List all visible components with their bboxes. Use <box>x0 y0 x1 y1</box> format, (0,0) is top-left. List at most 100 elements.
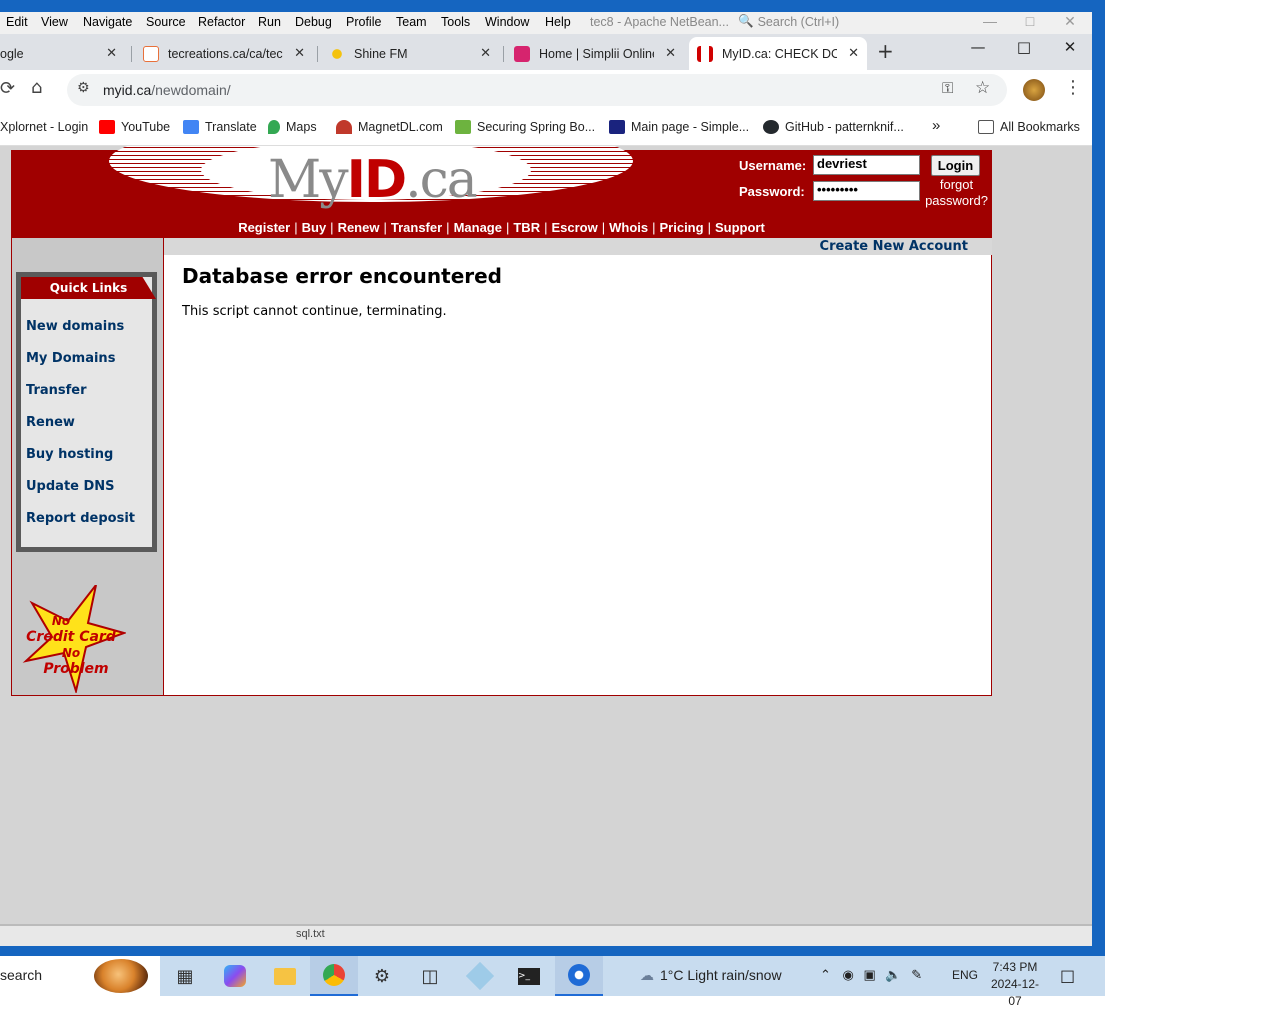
pen-icon[interactable]: ✎ <box>911 967 922 982</box>
no-credit-card-promo[interactable]: No Credit Card No Problem <box>16 584 128 695</box>
nb-menu-debug[interactable]: Debug <box>295 15 332 29</box>
chevron-up-icon[interactable]: ⌃ <box>820 967 831 982</box>
chrome-taskbar-icon[interactable] <box>310 956 358 996</box>
bookmark-github[interactable]: GitHub - patternknif... <box>763 120 904 134</box>
nav-manage[interactable]: Manage <box>454 220 502 235</box>
quick-link-new-domains[interactable]: New domains <box>26 319 124 334</box>
nav-tbr[interactable]: TBR <box>513 220 540 235</box>
weather-widget[interactable]: ☁ 1°C Light rain/snow <box>640 967 782 984</box>
nav-escrow[interactable]: Escrow <box>551 220 597 235</box>
close-icon[interactable]: ✕ <box>106 45 117 61</box>
bookmark-youtube[interactable]: YouTube <box>99 120 170 134</box>
tab-myid-active[interactable]: MyID.ca: CHECK DOM ✕ <box>689 37 867 70</box>
nb-search-box[interactable]: 🔍 Search (Ctrl+I) <box>738 14 839 29</box>
minimize-icon[interactable]: — <box>970 13 1010 29</box>
language-indicator[interactable]: ENG <box>952 968 978 982</box>
bookmark-magnetdl[interactable]: MagnetDL.com <box>336 120 443 134</box>
nb-menu-run[interactable]: Run <box>258 15 281 29</box>
nb-menu-navigate[interactable]: Navigate <box>83 15 132 29</box>
nav-renew[interactable]: Renew <box>338 220 380 235</box>
nav-pricing[interactable]: Pricing <box>660 220 704 235</box>
nb-menu-refactor[interactable]: Refactor <box>198 15 245 29</box>
bookmark-xplornet[interactable]: Xplornet - Login <box>0 120 88 134</box>
nb-menu-profile[interactable]: Profile <box>346 15 381 29</box>
tab-tecreations[interactable]: tecreations.ca/ca/tecr ✕ <box>135 37 313 70</box>
nb-menu-tools[interactable]: Tools <box>441 15 470 29</box>
file-explorer-icon[interactable] <box>261 956 309 996</box>
logo-suffix: .ca <box>405 150 478 210</box>
taskbar-search-box[interactable]: search <box>0 956 160 996</box>
close-icon[interactable]: ✕ <box>1047 38 1093 56</box>
network-tool-icon[interactable]: ⚙ <box>358 956 406 996</box>
volume-icon[interactable]: 🔈 <box>885 967 901 982</box>
forgot-password-link[interactable]: forgot password? <box>919 177 994 209</box>
tab-google[interactable]: ogle ✕ <box>0 37 125 70</box>
reload-icon[interactable]: ⟳ <box>0 78 15 99</box>
close-icon[interactable]: ✕ <box>480 45 491 61</box>
nb-menu-view[interactable]: View <box>41 15 68 29</box>
nb-menu-source[interactable]: Source <box>146 15 186 29</box>
page-frame: Quick Links New domains My Domains Trans… <box>11 237 992 696</box>
nb-menu-team[interactable]: Team <box>396 15 427 29</box>
url-host: myid.ca <box>103 82 152 98</box>
quick-link-my-domains[interactable]: My Domains <box>26 351 115 366</box>
bookmark-simple-wiki[interactable]: Main page - Simple... <box>609 120 749 134</box>
close-icon[interactable]: ✕ <box>848 45 859 61</box>
network-icon[interactable]: ▣ <box>864 967 876 982</box>
terminal-icon[interactable]: >_ <box>505 956 553 996</box>
minimize-icon[interactable]: — <box>955 38 1001 56</box>
quick-link-transfer[interactable]: Transfer <box>26 383 87 398</box>
quick-link-renew[interactable]: Renew <box>26 415 75 430</box>
thunderbird-icon[interactable] <box>555 956 603 996</box>
netbeans-statusbar: sql.txt <box>0 926 1092 946</box>
url-text[interactable]: myid.ca/newdomain/ <box>103 82 231 98</box>
all-bookmarks-button[interactable]: All Bookmarks <box>978 120 1080 134</box>
maximize-icon[interactable]: □ <box>1001 38 1047 56</box>
bookmark-maps[interactable]: Maps <box>268 120 317 134</box>
nb-menu-edit[interactable]: Edit <box>6 15 28 29</box>
quick-link-buy-hosting[interactable]: Buy hosting <box>26 447 113 462</box>
menu-kebab-icon[interactable]: ⋮ <box>1064 77 1082 98</box>
nav-support[interactable]: Support <box>715 220 765 235</box>
profile-avatar[interactable] <box>1023 79 1045 101</box>
login-button[interactable]: Login <box>931 155 980 176</box>
task-view-icon[interactable]: ▦ <box>161 956 209 996</box>
close-icon[interactable]: ✕ <box>1050 13 1090 30</box>
clock[interactable]: 7:43 PM 2024-12-07 <box>985 959 1045 1010</box>
camera-icon[interactable]: ◉ <box>843 967 854 982</box>
address-bar[interactable]: ⚙ myid.ca/newdomain/ ⚿ ☆ <box>67 74 1007 106</box>
nav-register[interactable]: Register <box>238 220 290 235</box>
bookmark-translate[interactable]: Translate <box>183 120 257 134</box>
quick-link-report-deposit[interactable]: Report deposit <box>26 511 135 526</box>
quick-link-update-dns[interactable]: Update DNS <box>26 479 115 494</box>
search-highlight-image <box>94 959 148 993</box>
nav-transfer[interactable]: Transfer <box>391 220 442 235</box>
star-icon[interactable]: ☆ <box>975 78 990 98</box>
nav-whois[interactable]: Whois <box>609 220 648 235</box>
myid-logo[interactable]: MyID.ca <box>268 150 478 210</box>
copilot-icon[interactable] <box>211 956 259 996</box>
system-tray: ⌃ ◉ ▣ 🔈 ✎ <box>820 967 922 983</box>
bookmark-spring[interactable]: Securing Spring Bo... <box>455 120 595 134</box>
close-icon[interactable]: ✕ <box>294 45 305 61</box>
network-connections-icon[interactable]: ◫ <box>406 956 454 996</box>
password-input[interactable]: ••••••••• <box>813 181 920 201</box>
netbeans-cube-icon[interactable] <box>456 956 504 996</box>
new-tab-button[interactable]: + <box>877 39 894 63</box>
browser-toolbar: ⟳ ⌂ ⚙ myid.ca/newdomain/ ⚿ ☆ ⋮ <box>0 70 1092 110</box>
tab-simplii[interactable]: Home | Simplii Online ✕ <box>506 37 684 70</box>
site-info-icon[interactable]: ⚙ <box>77 80 90 96</box>
close-icon[interactable]: ✕ <box>665 45 676 61</box>
more-bookmarks-button[interactable]: » <box>932 117 940 134</box>
maximize-icon[interactable]: □ <box>1010 13 1050 29</box>
tab-shine-fm[interactable]: Shine FM ✕ <box>321 37 499 70</box>
nav-buy[interactable]: Buy <box>302 220 327 235</box>
notification-icon[interactable]: □ <box>1060 966 1075 985</box>
username-input[interactable]: devriest <box>813 155 920 175</box>
netbeans-menubar: Edit View Navigate Source Refactor Run D… <box>0 12 1092 34</box>
nb-menu-window[interactable]: Window <box>485 15 529 29</box>
create-new-account-link[interactable]: Create New Account <box>820 239 968 254</box>
home-icon[interactable]: ⌂ <box>31 77 42 98</box>
key-icon[interactable]: ⚿ <box>942 79 953 97</box>
nb-menu-help[interactable]: Help <box>545 15 571 29</box>
